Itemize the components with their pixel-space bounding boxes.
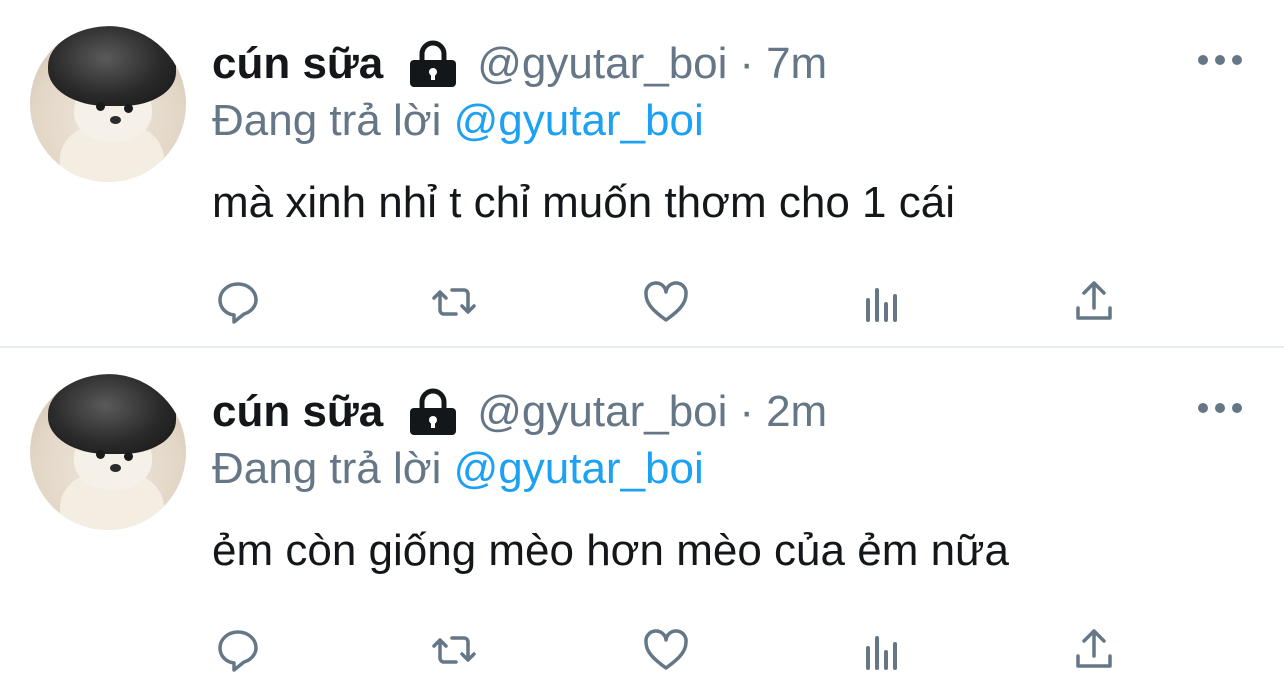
tweet[interactable]: cún sữa @gyutar_boi · 7m Đang trả lời @g… <box>0 0 1284 346</box>
like-button[interactable] <box>638 622 694 678</box>
lock-icon <box>407 388 459 436</box>
tweet-actions <box>0 274 1284 330</box>
share-button[interactable] <box>1066 274 1122 330</box>
timestamp[interactable]: 2m <box>766 387 827 437</box>
avatar-bag <box>48 374 176 454</box>
share-icon <box>1076 281 1112 320</box>
timestamp[interactable]: 7m <box>766 39 827 89</box>
avatar-eye <box>96 450 105 459</box>
avatar[interactable] <box>30 26 186 182</box>
avatar-eye <box>96 102 105 111</box>
user-handle[interactable]: @gyutar_boi <box>477 387 727 437</box>
lock-icon <box>407 40 459 88</box>
tweet-actions <box>0 622 1284 678</box>
heart-icon <box>644 629 688 670</box>
avatar-eye <box>124 452 133 461</box>
stats-icon <box>866 636 897 670</box>
mention-link[interactable]: @gyutar_boi <box>454 96 704 145</box>
avatar-eye <box>124 104 133 113</box>
reply-icon <box>218 630 258 672</box>
like-button[interactable] <box>638 274 694 330</box>
retweet-button[interactable] <box>426 622 482 678</box>
tweet[interactable]: cún sữa @gyutar_boi · 2m Đang trả lời @g… <box>0 348 1284 694</box>
stats-button[interactable] <box>854 274 910 330</box>
separator-dot: · <box>739 39 755 88</box>
stats-button[interactable] <box>854 622 910 678</box>
display-name[interactable]: cún sữa <box>212 387 383 437</box>
retweet-icon <box>432 636 476 664</box>
more-icon[interactable] <box>1198 400 1242 416</box>
mention-link[interactable]: @gyutar_boi <box>454 444 704 493</box>
avatar-nose <box>110 464 121 472</box>
tweet-text: ẻm còn giống mèo hơn mèo của ẻm nữa <box>212 526 1009 575</box>
stats-icon <box>866 288 897 322</box>
replying-to: Đang trả lời @gyutar_boi <box>212 96 704 146</box>
replying-to: Đang trả lời @gyutar_boi <box>212 444 704 494</box>
tweet-header: cún sữa @gyutar_boi · 7m <box>212 38 827 90</box>
share-button[interactable] <box>1066 622 1122 678</box>
avatar-bag <box>48 26 176 106</box>
replying-prefix: Đang trả lời <box>212 96 442 145</box>
share-icon <box>1076 629 1112 668</box>
separator-dot: · <box>739 387 755 436</box>
avatar-nose <box>110 116 121 124</box>
heart-icon <box>644 281 688 322</box>
retweet-icon <box>432 288 476 316</box>
display-name[interactable]: cún sữa <box>212 39 383 89</box>
reply-icon <box>218 282 258 324</box>
reply-button[interactable] <box>210 274 266 330</box>
user-handle[interactable]: @gyutar_boi <box>477 39 727 89</box>
replying-prefix: Đang trả lời <box>212 444 442 493</box>
reply-button[interactable] <box>210 622 266 678</box>
more-icon[interactable] <box>1198 52 1242 68</box>
tweet-text: mà xinh nhỉ t chỉ muốn thơm cho 1 cái <box>212 178 955 227</box>
avatar[interactable] <box>30 374 186 530</box>
tweet-header: cún sữa @gyutar_boi · 2m <box>212 386 827 438</box>
retweet-button[interactable] <box>426 274 482 330</box>
